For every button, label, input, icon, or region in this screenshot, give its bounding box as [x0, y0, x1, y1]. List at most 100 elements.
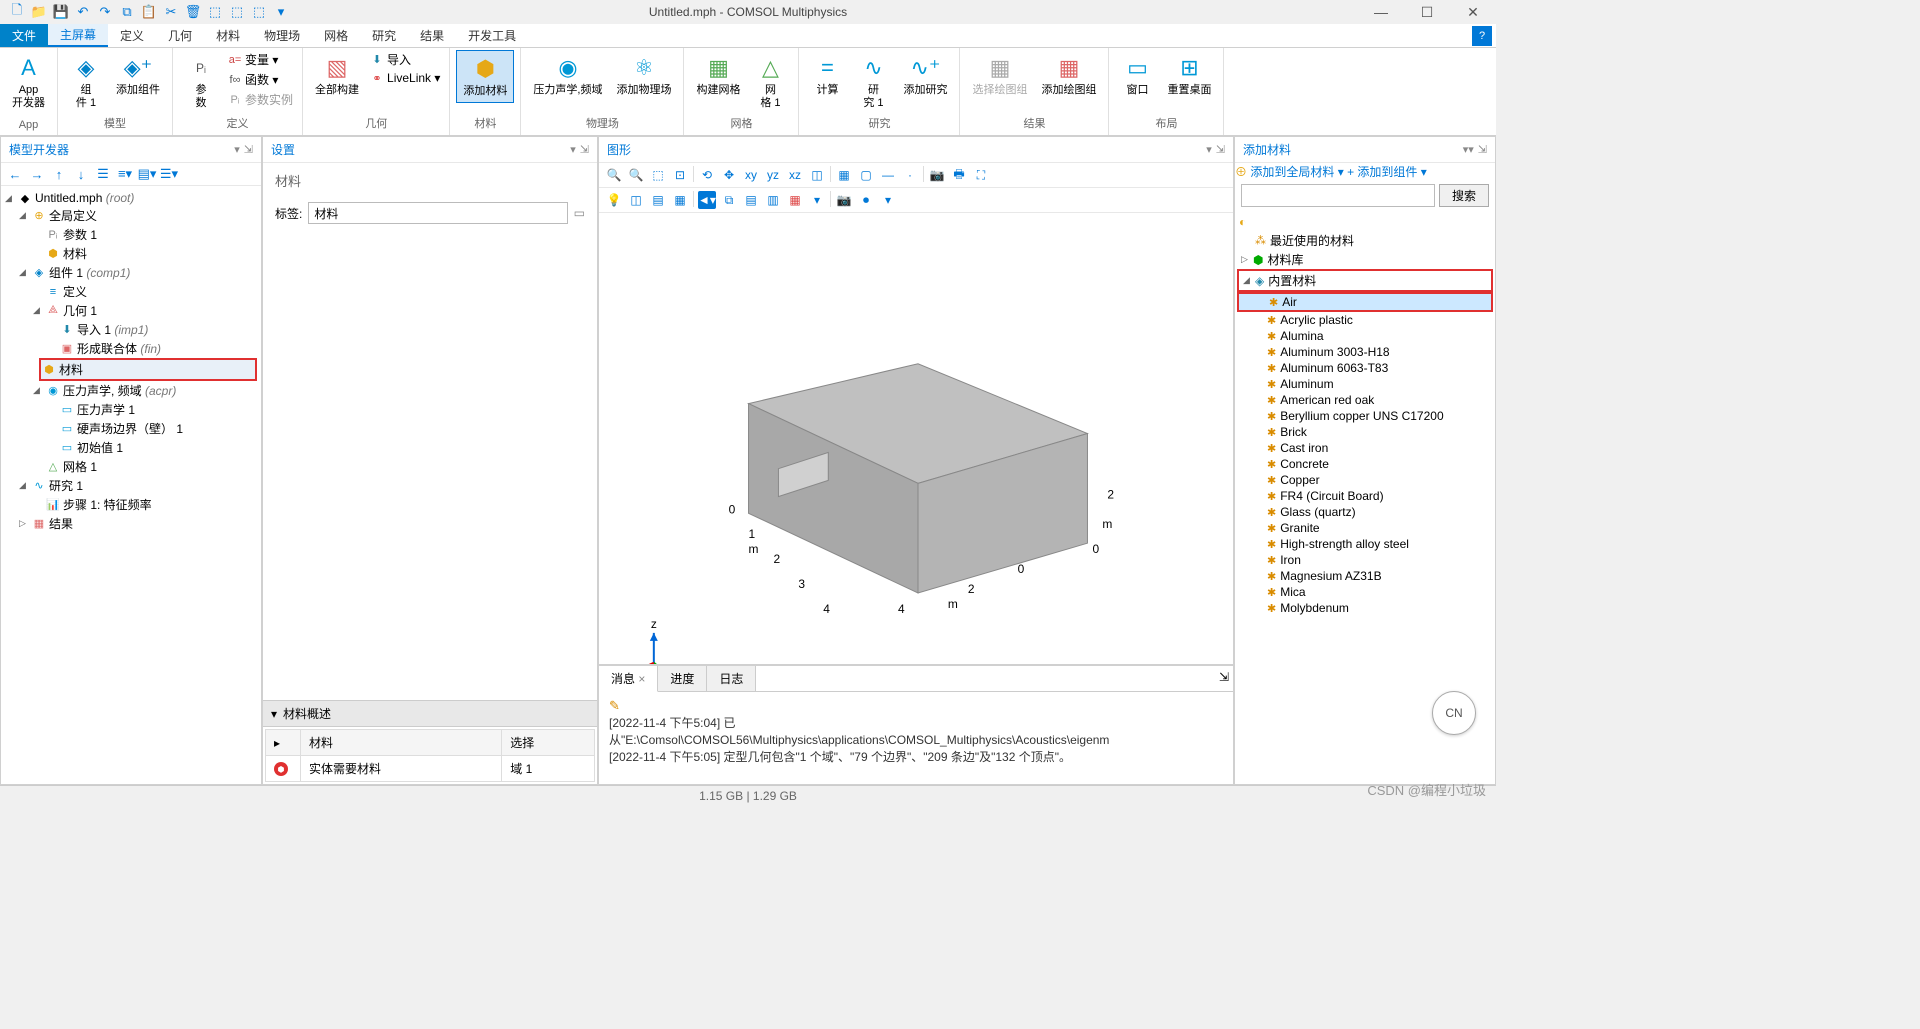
toggle2-icon[interactable]: ▦: [671, 191, 689, 209]
mat-builtin[interactable]: ◢◈内置材料: [1237, 269, 1493, 292]
tree-component[interactable]: ◢◈组件 1 (comp1): [5, 263, 257, 282]
snapshot-icon[interactable]: 📷: [928, 166, 946, 184]
tree-global-defs[interactable]: ◢⊕全局定义: [5, 206, 257, 225]
select-domain-icon[interactable]: ▦: [835, 166, 853, 184]
select-plot-button[interactable]: ▦选择绘图组: [966, 50, 1033, 101]
tab-results[interactable]: 结果: [408, 24, 456, 47]
add-material-button[interactable]: ⬢添加材料: [456, 50, 514, 103]
view-default-icon[interactable]: ◫: [808, 166, 826, 184]
tab-file[interactable]: 文件: [0, 24, 48, 47]
material-overview-header[interactable]: ▾材料概述: [263, 700, 597, 727]
floating-badge[interactable]: CN: [1432, 691, 1476, 735]
close-button[interactable]: ✕: [1450, 0, 1496, 24]
minimize-button[interactable]: —: [1358, 0, 1404, 24]
study-button[interactable]: ∿研 究 1: [851, 50, 895, 114]
material-item[interactable]: ✱Cast iron: [1237, 440, 1493, 456]
export-icon[interactable]: ▾: [879, 191, 897, 209]
zoom-in-icon[interactable]: 🔍: [605, 166, 623, 184]
add-component-button[interactable]: ◈⁺添加组件: [110, 50, 166, 101]
tree-results[interactable]: ▷▦结果: [5, 514, 257, 533]
zoom-ext-icon[interactable]: ⊡: [671, 166, 689, 184]
add-study-button[interactable]: ∿⁺添加研究: [897, 50, 953, 101]
maximize-button[interactable]: ☐: [1404, 0, 1450, 24]
tree-acoustics[interactable]: ◢◉压力声学, 频域 (acpr): [5, 381, 257, 400]
col-nav[interactable]: ▸: [266, 730, 301, 756]
tab-study[interactable]: 研究: [360, 24, 408, 47]
tab-devtools[interactable]: 开发工具: [456, 24, 528, 47]
material-row[interactable]: ⬢实体需要材料域 1: [266, 756, 595, 782]
toggle1-icon[interactable]: ▤: [649, 191, 667, 209]
material-item[interactable]: ✱Granite: [1237, 520, 1493, 536]
material-item[interactable]: ✱High-strength alloy steel: [1237, 536, 1493, 552]
down-icon[interactable]: ↓: [73, 166, 89, 182]
graphics-canvas[interactable]: 0 1 2 m 3 4 4 2 m 0 0 2 m: [599, 213, 1233, 664]
material-item[interactable]: ✱American red oak: [1237, 392, 1493, 408]
material-item[interactable]: ✱Beryllium copper UNS C17200: [1237, 408, 1493, 424]
tree-ac1[interactable]: ▭压力声学 1: [5, 400, 257, 419]
select-boundary-icon[interactable]: ▢: [857, 166, 875, 184]
build-all-button[interactable]: ▧全部构建: [309, 50, 365, 101]
tab-progress[interactable]: 进度: [658, 666, 707, 691]
tree-materials-comp[interactable]: ⬢材料: [39, 358, 257, 381]
add-to-global-button[interactable]: 添加到全局材料 ▾: [1250, 165, 1343, 179]
material-item[interactable]: ✱Alumina: [1237, 328, 1493, 344]
expand-icon[interactable]: ☰: [95, 166, 111, 182]
views4-icon[interactable]: ▾: [808, 191, 826, 209]
views3-icon[interactable]: ▦: [786, 191, 804, 209]
compute-button[interactable]: =计算: [805, 50, 849, 101]
cut-icon[interactable]: ✂: [162, 3, 180, 21]
dropdown-icon[interactable]: ▾: [272, 3, 290, 21]
copy-icon[interactable]: ⧉: [118, 3, 136, 21]
delete-icon[interactable]: 🗑: [184, 3, 202, 21]
recent-icon[interactable]: ◐: [1237, 213, 1493, 231]
zoom-box-icon[interactable]: ⬚: [649, 166, 667, 184]
tree-study[interactable]: ◢∿研究 1: [5, 476, 257, 495]
tab-definitions[interactable]: 定义: [108, 24, 156, 47]
material-item[interactable]: ✱Molybdenum: [1237, 600, 1493, 616]
tree-params[interactable]: Pᵢ参数 1: [5, 225, 257, 244]
gfx-pin-icon[interactable]: ⇲: [1216, 143, 1225, 156]
pan-icon[interactable]: ✥: [720, 166, 738, 184]
tab-log[interactable]: 日志: [707, 666, 756, 691]
select-edge-icon[interactable]: —: [879, 166, 897, 184]
undo-icon[interactable]: ↶: [74, 3, 92, 21]
tree-geometry[interactable]: ◢⟁几何 1: [5, 301, 257, 320]
material-item[interactable]: ✱FR4 (Circuit Board): [1237, 488, 1493, 504]
tab-geometry[interactable]: 几何: [156, 24, 204, 47]
views2-icon[interactable]: ▥: [764, 191, 782, 209]
msg-pin-icon[interactable]: ⇲: [1215, 666, 1233, 691]
acoustics-button[interactable]: ◉压力声学,频域: [527, 50, 608, 101]
select-point-icon[interactable]: ·: [901, 166, 919, 184]
up-icon[interactable]: ↑: [51, 166, 67, 182]
settings-menu-icon[interactable]: ▾: [570, 143, 576, 156]
paste-icon[interactable]: 📋: [140, 3, 158, 21]
zoom-out-icon[interactable]: 🔍: [627, 166, 645, 184]
tree-wall[interactable]: ▭硬声场边界（壁） 1: [5, 419, 257, 438]
search-button[interactable]: 搜索: [1439, 184, 1489, 207]
tab-physics[interactable]: 物理场: [252, 24, 312, 47]
material-item[interactable]: ✱Concrete: [1237, 456, 1493, 472]
cam-icon[interactable]: 📷: [835, 191, 853, 209]
material-search-input[interactable]: [1241, 184, 1435, 207]
print-icon[interactable]: 🖶: [950, 166, 968, 184]
material-item[interactable]: ✱Acrylic plastic: [1237, 312, 1493, 328]
select-icon[interactable]: ⬚: [206, 3, 224, 21]
parameters-button[interactable]: Pᵢ参 数: [179, 50, 223, 114]
material-item[interactable]: ✱Glass (quartz): [1237, 504, 1493, 520]
rec-icon[interactable]: ⏺: [857, 191, 875, 209]
panel-menu-icon[interactable]: ▾: [234, 143, 240, 156]
variables-button[interactable]: a=变量 ▾: [225, 50, 296, 69]
collapse-icon[interactable]: ≡▾: [117, 166, 133, 182]
render-icon[interactable]: ◄▾: [698, 191, 716, 209]
copy-view-icon[interactable]: ⧉: [720, 191, 738, 209]
open-icon[interactable]: 📁: [30, 3, 48, 21]
reset-desktop-button[interactable]: ⊞重置桌面: [1161, 50, 1217, 101]
select3-icon[interactable]: ⬚: [250, 3, 268, 21]
yz-icon[interactable]: yz: [764, 166, 782, 184]
label-input[interactable]: [308, 202, 567, 224]
light-icon[interactable]: 💡: [605, 191, 623, 209]
import-button[interactable]: ⬇导入: [367, 50, 443, 69]
build-mesh-button[interactable]: ▦构建网格: [690, 50, 746, 101]
mesh-button[interactable]: △网 格 1: [748, 50, 792, 114]
component-button[interactable]: ◈组 件 1: [64, 50, 108, 114]
